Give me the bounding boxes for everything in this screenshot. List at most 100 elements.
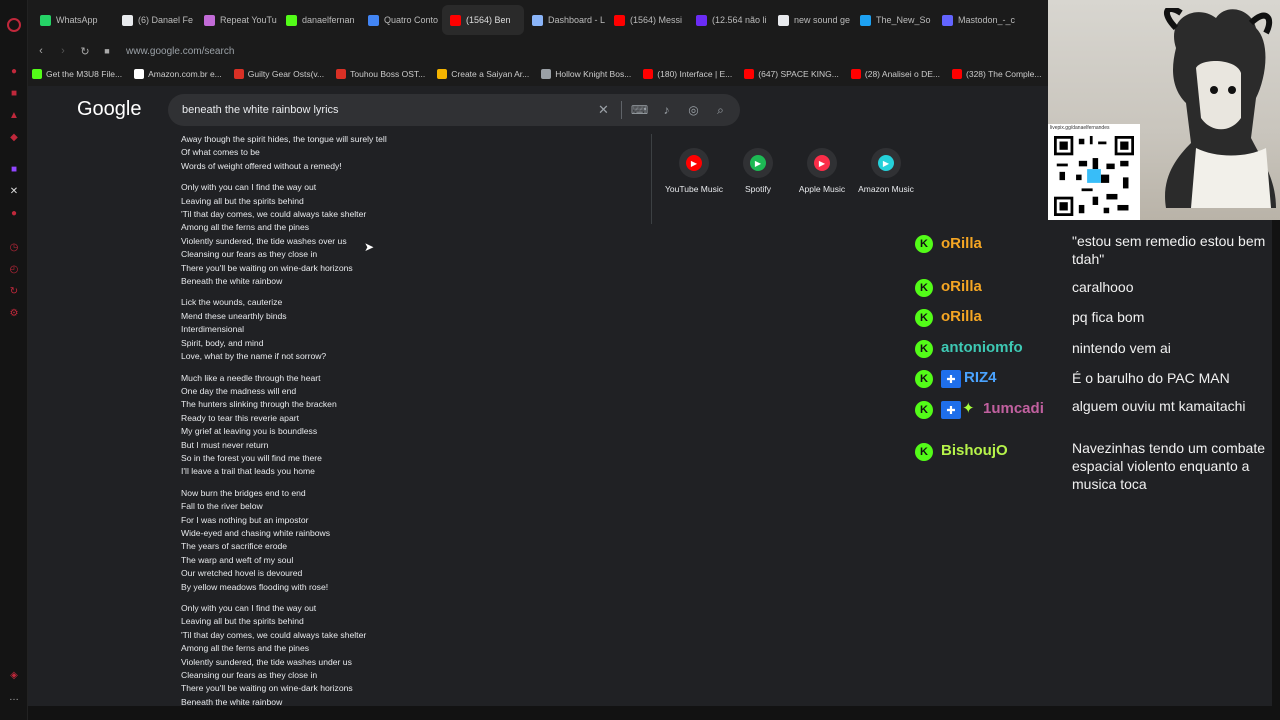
forward-icon[interactable]: › (54, 45, 72, 57)
bookmark-item[interactable]: (28) Analisei o DE... (850, 69, 941, 79)
bookmark-item[interactable]: Hollow Knight Bos... (541, 69, 631, 79)
tab-item[interactable]: Dashboard - L (524, 5, 606, 35)
tab-favicon-icon (860, 14, 871, 26)
gx-icon[interactable]: ◈ (7, 668, 21, 682)
bookmark-label: Get the M3U8 File... (46, 69, 123, 79)
clear-icon[interactable]: ✕ (590, 102, 617, 118)
listen-service-button[interactable]: ▶ Apple Music (790, 134, 854, 224)
tab-label: new sound ge (794, 15, 851, 25)
downloads-icon[interactable]: ↻ (7, 284, 21, 298)
clock-icon[interactable]: ◴ (7, 262, 21, 276)
lyrics-line: So in the forest you will find me there (181, 452, 322, 463)
tab-item[interactable]: Repeat YouTu (196, 5, 278, 35)
reload-icon[interactable]: ↻ (76, 45, 94, 58)
kick-badge-icon: K (915, 370, 933, 388)
opera-logo-icon[interactable] (7, 18, 21, 32)
tab-label: WhatsApp (56, 15, 98, 25)
listen-service-button[interactable]: ▶ Amazon Music (854, 134, 918, 224)
divider (621, 101, 622, 119)
bookmark-item[interactable]: Get the M3U8 File... (32, 69, 122, 79)
tab-item[interactable]: (1564) Messi (606, 5, 688, 35)
tab-label: Mastodon_-_c (958, 15, 1016, 25)
history-icon[interactable]: ◷ (7, 240, 21, 254)
search-icon[interactable]: ⌕ (707, 103, 734, 118)
chat-message-text: Navezinhas tendo um combate espacial vio… (1072, 440, 1265, 492)
bookmark-item[interactable]: (180) Interface | E... (643, 69, 732, 79)
tab-item[interactable]: Quatro Conto (360, 5, 442, 35)
apple-music-icon: ▶ (814, 155, 830, 171)
tab-item[interactable]: Mastodon_-_c (934, 5, 1016, 35)
lens-icon[interactable]: ◎ (680, 103, 707, 117)
url-input[interactable]: www.google.com/search (126, 46, 234, 57)
service-icon-circle: ▶ (679, 148, 709, 178)
lyrics-stanza: Away though the spirit hides, the tongue… (181, 133, 621, 173)
tab-bar: WhatsApp (6) Danael Fe Repeat YouTu danaelf… (28, 0, 1048, 40)
tab-favicon-icon (122, 14, 133, 26)
lyrics-panel: Away though the spirit hides, the tongue… (181, 133, 621, 706)
twitch-icon[interactable]: ■ (7, 162, 21, 176)
chat-username[interactable]: oRilla (941, 235, 982, 252)
chat-username[interactable]: oRilla (941, 278, 982, 295)
lyrics-line: Among all the ferns and the pines (181, 222, 310, 233)
shopping-icon[interactable]: ■ (7, 86, 21, 100)
lyrics-line: Only with you can I find the way out (181, 603, 317, 613)
lyrics-line: Violently sundered, the tide washes unde… (181, 656, 352, 667)
lyrics-line: 'Til that day comes, we could always tak… (181, 629, 367, 640)
chat-username[interactable]: antoniomfo (941, 339, 1023, 356)
microphone-icon[interactable]: ♪ (653, 103, 680, 117)
lyrics-line: Now burn the bridges end to end (181, 487, 306, 498)
tab-favicon-icon (532, 14, 543, 26)
amazon-music-icon: ▶ (878, 155, 894, 171)
tab-item[interactable]: (1564) Ben (442, 5, 524, 35)
kick-badge-icon: K (915, 309, 933, 327)
ai-icon[interactable]: ▲ (7, 108, 21, 122)
search-box[interactable]: beneath the white rainbow lyrics ✕ ⌨ ♪ ◎… (168, 94, 740, 126)
more-icon[interactable]: … (7, 690, 21, 704)
lyrics-stanza: Lick the wounds, cauterize Mend these une… (181, 296, 621, 363)
tab-favicon-icon (204, 14, 215, 26)
keyboard-icon[interactable]: ⌨ (626, 103, 653, 117)
listen-service-button[interactable]: ▶ Spotify (726, 134, 790, 224)
listen-services: ▶ YouTube Music ▶ Spotify ▶ Apple Music ▶ Amazo… (651, 134, 918, 224)
bookmark-favicon-icon (643, 69, 654, 79)
bookmark-item[interactable]: Create a Saiyan Ar... (437, 69, 529, 79)
tab-item[interactable]: (6) Danael Fe (114, 5, 196, 35)
speed-dial-icon[interactable]: ● (7, 64, 21, 78)
lyrics-line: For I was nothing but an impostor (181, 514, 309, 525)
tab-favicon-icon (368, 14, 379, 26)
google-logo[interactable]: Google (77, 98, 142, 121)
tab-item[interactable]: danaelfernan (278, 5, 360, 35)
bookmark-item[interactable]: Amazon.com.br e... (134, 69, 222, 79)
spotify-icon: ▶ (750, 155, 766, 171)
tab-item[interactable]: WhatsApp (32, 5, 114, 35)
workspace-icon[interactable]: ◆ (7, 130, 21, 144)
livepix-qr-code: livepix.gg/danaelfernandes (1048, 124, 1140, 220)
bookmark-label: Touhou Boss OST... (350, 69, 426, 79)
tab-item[interactable]: (12.564 não li (688, 5, 770, 35)
bookmark-item[interactable]: (647) SPACE KING... (744, 69, 839, 79)
chat-username[interactable]: RIZ4 (964, 369, 997, 386)
tab-favicon-icon (286, 14, 297, 26)
tab-favicon-icon (778, 14, 789, 26)
chat-username[interactable]: 1umcadi (983, 400, 1044, 417)
bookmark-item[interactable]: (328) The Comple... (952, 69, 1041, 79)
kick-badge-icon: K (915, 279, 933, 297)
tab-item[interactable]: new sound ge (770, 5, 852, 35)
bookmark-favicon-icon (850, 69, 861, 79)
tab-item[interactable]: The_New_So (852, 5, 934, 35)
settings-gear-icon[interactable]: ⚙ (7, 306, 21, 320)
back-icon[interactable]: ‹ (32, 45, 50, 57)
chat-message-text: pq fica bom (1072, 309, 1145, 325)
bookmark-item[interactable]: Guilty Gear Osts(v... (233, 69, 324, 79)
bookmark-label: (28) Analisei o DE... (864, 69, 941, 79)
youtube-icon[interactable]: ● (7, 206, 21, 220)
bookmark-item[interactable]: Touhou Boss OST... (336, 69, 425, 79)
bookmark-label: Amazon.com.br e... (148, 69, 222, 79)
chat-username[interactable]: BishoujO (941, 442, 1008, 459)
x-icon[interactable]: ✕ (7, 184, 21, 198)
chat-username[interactable]: oRilla (941, 308, 982, 325)
qr-code-icon (1054, 136, 1134, 216)
listen-service-button[interactable]: ▶ YouTube Music (662, 134, 726, 224)
search-input[interactable]: beneath the white rainbow lyrics (182, 104, 590, 116)
tab-favicon-icon (696, 14, 707, 26)
